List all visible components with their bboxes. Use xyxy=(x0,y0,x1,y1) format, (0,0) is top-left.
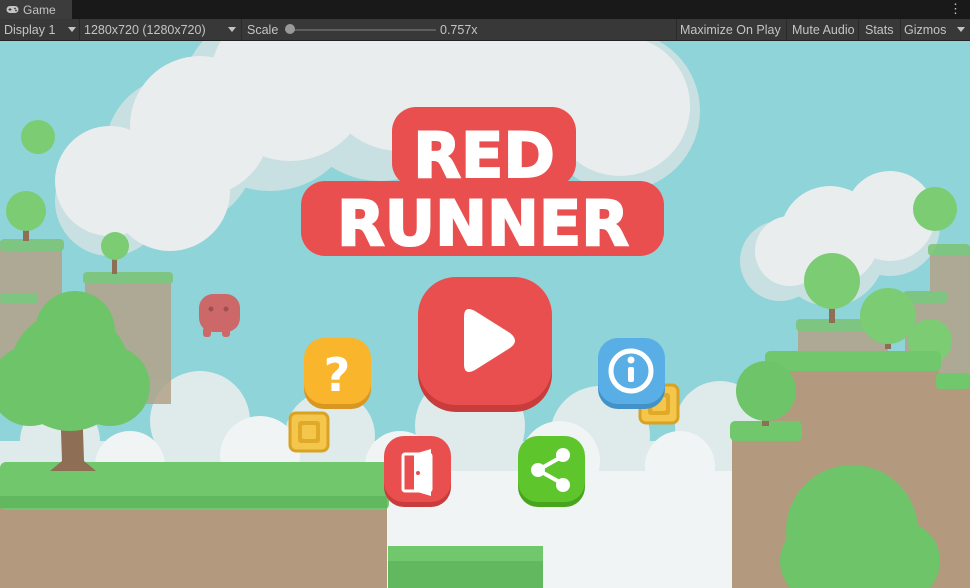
tab-bar: Game ⋮ xyxy=(0,0,970,19)
resolution-dropdown[interactable]: 1280x720 (1280x720) xyxy=(80,19,242,40)
stats-toggle[interactable]: Stats xyxy=(859,19,901,40)
info-button[interactable] xyxy=(598,338,665,409)
scale-slider-handle[interactable] xyxy=(285,24,295,34)
chevron-down-icon xyxy=(68,27,76,32)
maximize-on-play-toggle[interactable]: Maximize On Play xyxy=(677,19,787,40)
game-viewport[interactable]: RED RUNNER ? xyxy=(0,41,970,588)
svg-text:?: ? xyxy=(324,348,351,402)
title-line2: RUNNER xyxy=(337,187,629,260)
display-value: Display 1 xyxy=(4,22,56,37)
gizmos-label: Gizmos xyxy=(904,22,947,37)
share-button[interactable] xyxy=(518,436,585,507)
exit-button[interactable] xyxy=(384,436,451,507)
scale-label: Scale xyxy=(247,22,279,37)
play-button[interactable] xyxy=(418,277,552,412)
gamepad-icon xyxy=(6,3,19,17)
scale-value: 0.757x xyxy=(440,19,677,40)
chevron-down-icon xyxy=(957,27,965,32)
coin xyxy=(288,411,330,453)
game-toolbar: Display 1 1280x720 (1280x720) Scale 0.75… xyxy=(0,19,970,41)
tab-game[interactable]: Game xyxy=(0,0,72,19)
more-options-icon[interactable]: ⋮ xyxy=(949,2,962,16)
display-dropdown[interactable]: Display 1 xyxy=(0,19,80,40)
question-icon: ? xyxy=(324,348,351,402)
help-button[interactable]: ? xyxy=(304,338,371,409)
title-line1: RED xyxy=(413,119,555,192)
resolution-value: 1280x720 (1280x720) xyxy=(84,22,206,37)
chevron-down-icon xyxy=(228,27,236,32)
gizmos-dropdown[interactable]: Gizmos xyxy=(901,19,970,40)
mute-audio-toggle[interactable]: Mute Audio xyxy=(787,19,859,40)
tab-label: Game xyxy=(23,2,56,17)
scale-slider-track[interactable] xyxy=(290,29,436,31)
